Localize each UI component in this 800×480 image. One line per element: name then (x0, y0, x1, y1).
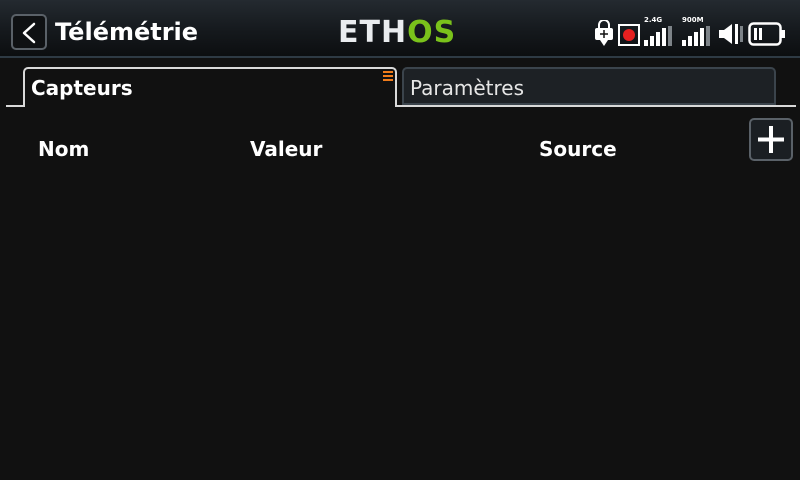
tab-label: Paramètres (410, 76, 525, 100)
signal-bars-icon (682, 26, 710, 46)
record-icon (618, 24, 640, 46)
add-sensor-button[interactable] (749, 118, 793, 161)
battery-icon (748, 22, 785, 46)
speaker-icon (719, 24, 743, 44)
plus-icon (758, 126, 784, 153)
signal-900-label: 900M (682, 16, 704, 24)
menu-icon[interactable] (383, 69, 393, 81)
column-header-source: Source (539, 137, 617, 161)
tab-parametres[interactable]: Paramètres (402, 67, 776, 105)
column-header-value: Valeur (250, 137, 323, 161)
header-bar: Télémétrie ETHOS 2.4G 900M (0, 0, 800, 58)
tab-label: Capteurs (31, 76, 133, 100)
status-bar: 2.4G 900M (592, 16, 792, 50)
page-title: Télémétrie (55, 18, 199, 46)
column-header-name: Nom (38, 137, 90, 161)
chevron-left-icon (22, 22, 36, 44)
ethos-logo: ETHOS (338, 15, 457, 50)
tab-capteurs[interactable]: Capteurs (23, 67, 397, 107)
usb-lock-icon (595, 20, 613, 46)
signal-24-label: 2.4G (644, 16, 663, 24)
signal-bars-icon (644, 26, 672, 46)
back-button[interactable] (11, 14, 47, 50)
